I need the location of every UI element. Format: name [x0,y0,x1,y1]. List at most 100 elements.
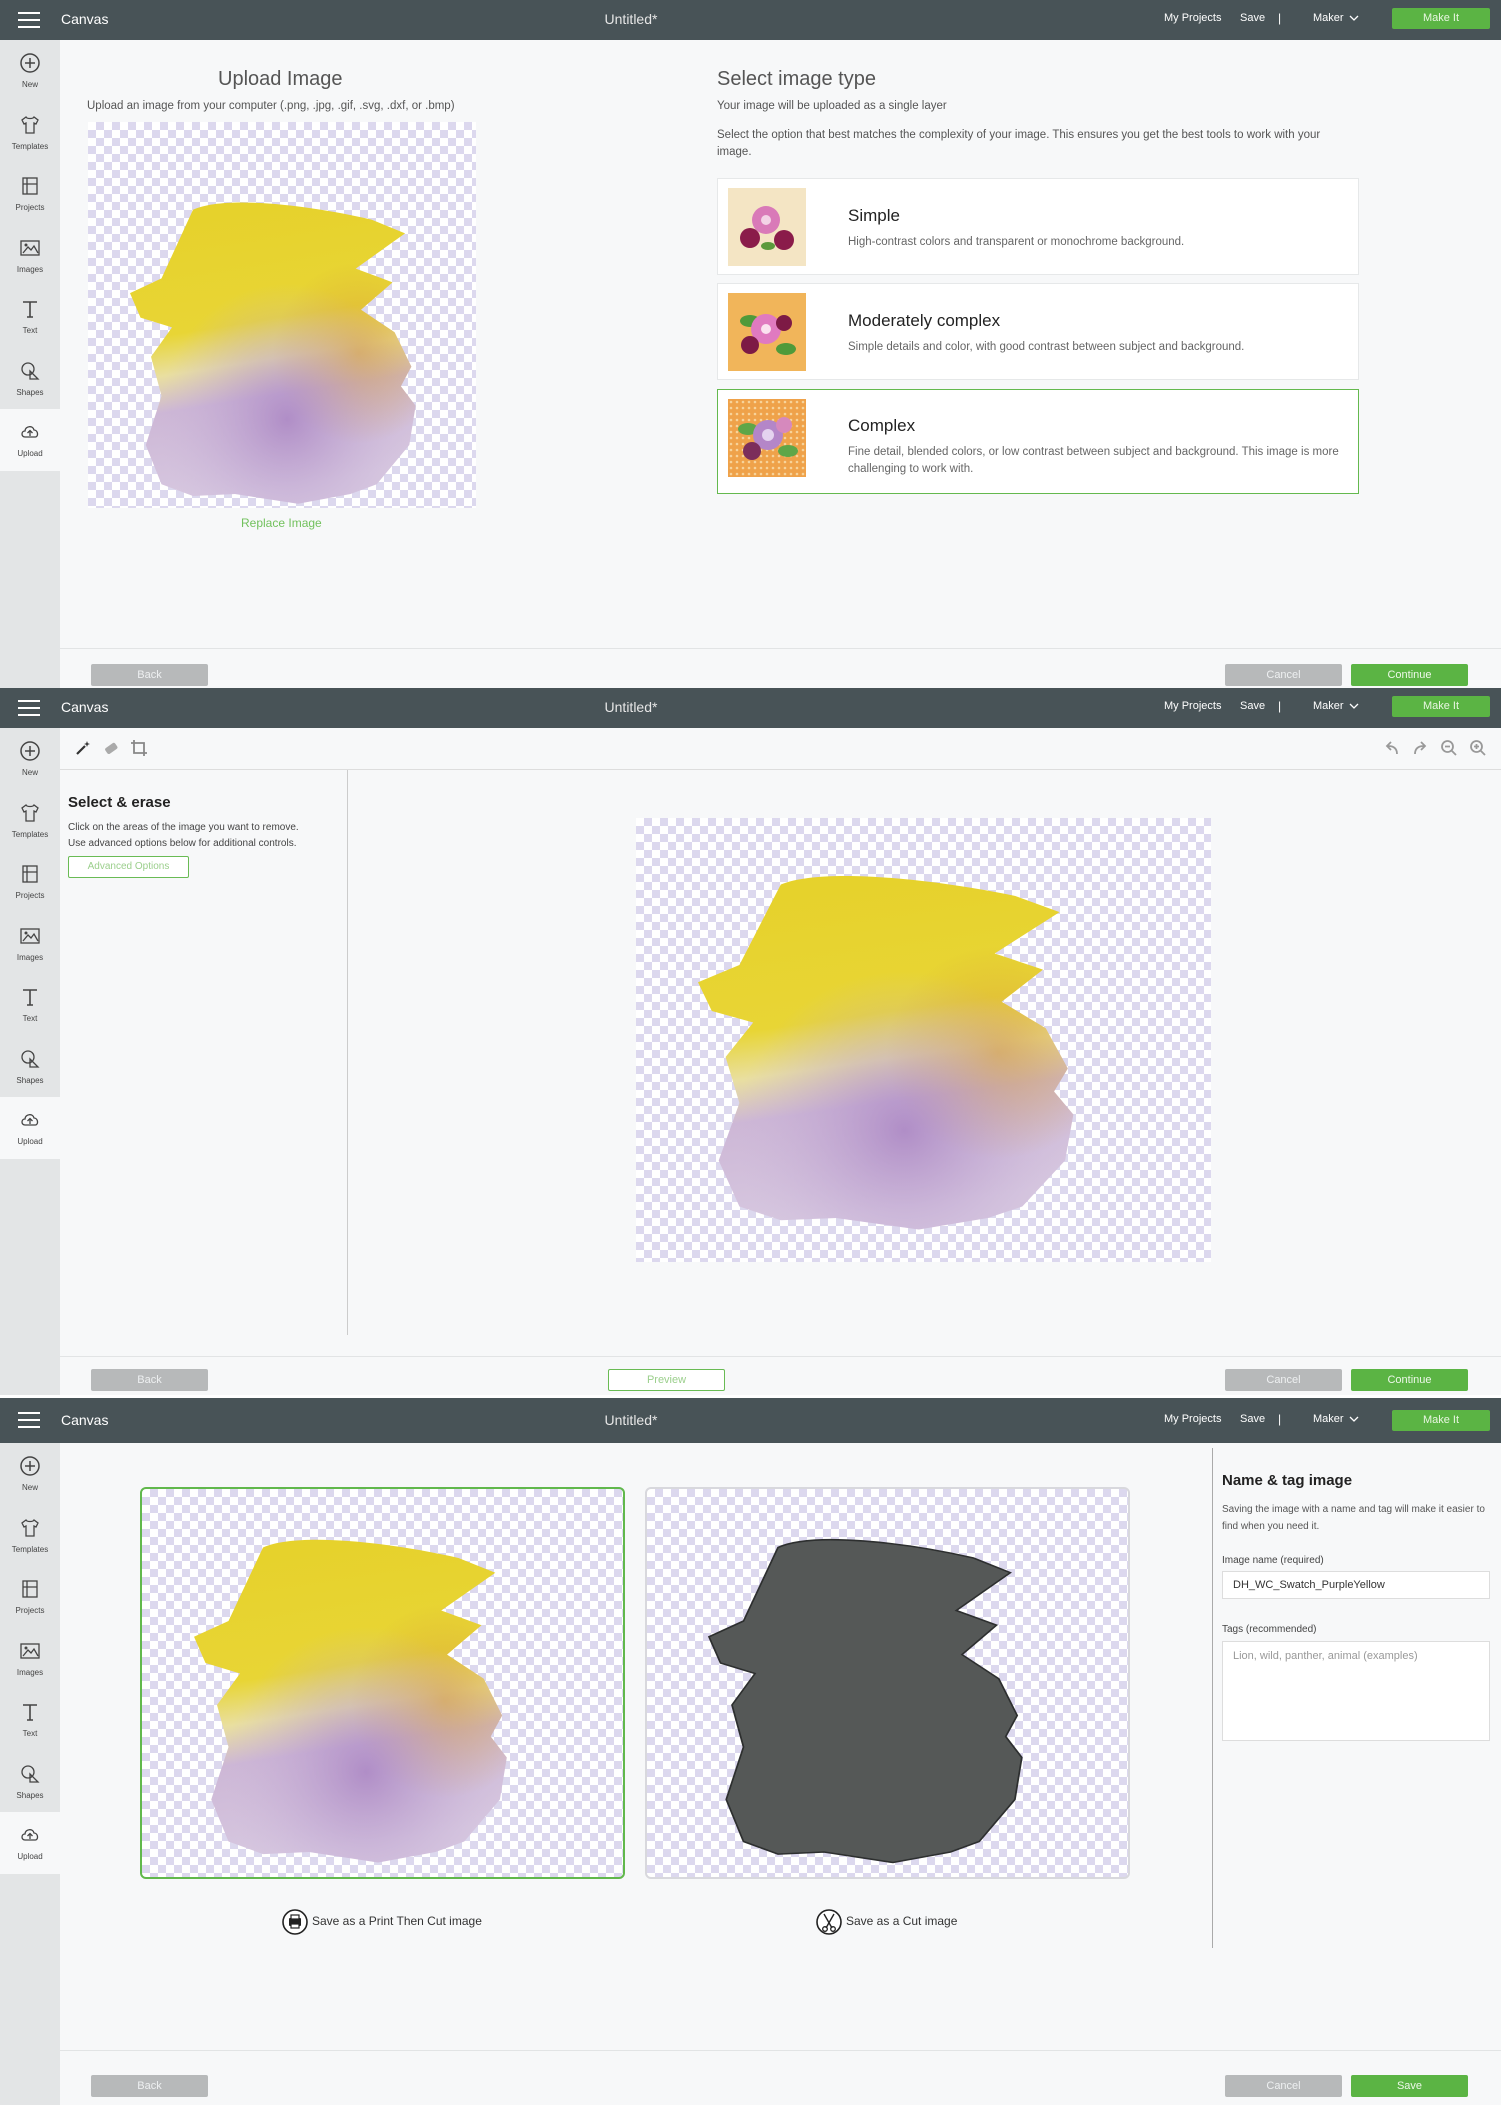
printer-icon [282,1909,308,1935]
save-print-then-cut-option[interactable]: Save as a Print Then Cut image [282,1909,482,1935]
shapes-icon [21,361,40,380]
option-simple[interactable]: Simple High-contrast colors and transpar… [717,178,1359,275]
my-projects-link[interactable]: My Projects [1164,700,1221,712]
cloud-upload-icon [21,1829,39,1841]
back-button[interactable]: Back [91,664,208,686]
separator: | [1278,11,1282,25]
back-button[interactable]: Back [91,2075,208,2097]
document-title: Untitled* [604,699,658,715]
option-description: High-contrast colors and transparent or … [848,236,1185,248]
option-moderately-complex[interactable]: Moderately complex Simple details and co… [717,283,1359,380]
tshirt-icon [21,115,39,134]
sidebar-item-label: Shapes [16,1790,44,1800]
instruction-line: Use advanced options below for additiona… [68,838,297,849]
make-it-button[interactable]: Make It [1392,8,1490,29]
edit-canvas-image[interactable] [636,818,1211,1262]
watercolor-swatch-image [130,202,416,504]
step-select-erase-panel: Canvas Untitled* My Projects Save | Make… [0,688,1501,1395]
sidebar-item-templates[interactable]: Templates [0,102,60,164]
sidebar-item-label: Shapes [16,387,44,397]
document-title: Untitled* [604,11,658,27]
image-icon [20,1642,40,1659]
save-cut-option[interactable]: Save as a Cut image [816,1909,957,1935]
replace-image-link[interactable]: Replace Image [241,516,322,530]
sidebar-item-images[interactable]: Images [0,1628,60,1690]
chevron-down-icon [1349,1416,1359,1423]
sidebar-item-templates[interactable]: Templates [0,1505,60,1567]
my-projects-link[interactable]: My Projects [1164,12,1221,24]
undo-icon[interactable] [1383,739,1401,757]
step-upload-panel: Canvas Untitled* My Projects Save | Make… [0,0,1501,688]
tags-label: Tags (recommended) [1222,1624,1317,1635]
continue-button[interactable]: Continue [1351,664,1468,686]
sidebar-item-new[interactable]: New [0,1443,60,1505]
top-bar: Canvas Untitled* My Projects Save | Make… [0,0,1501,40]
sidebar-item-text[interactable]: Text [0,1689,60,1751]
sidebar-item-shapes[interactable]: Shapes [0,348,60,410]
option-description: Fine detail, blended colors, or low cont… [848,446,1339,475]
sidebar-item-upload[interactable]: Upload [0,409,60,471]
save-link[interactable]: Save [1240,700,1265,712]
preview-button[interactable]: Preview [608,1369,725,1391]
uploaded-image-preview [88,122,476,508]
cut-silhouette-preview [708,1538,1023,1864]
machine-label: Maker [1313,700,1344,712]
select-type-subtitle: Your image will be uploaded as a single … [717,100,947,112]
cut-card[interactable] [645,1487,1130,1879]
option-name: Moderately complex [848,311,1001,330]
name-tag-description: Saving the image with a name and tag wil… [1222,1504,1485,1532]
sidebar-item-projects[interactable]: Projects [0,1566,60,1628]
back-button[interactable]: Back [91,1369,208,1391]
print-then-cut-card[interactable] [140,1487,625,1879]
image-icon [20,239,40,256]
cancel-button[interactable]: Cancel [1225,1369,1342,1391]
sidebar-item-label: New [21,1483,38,1492]
machine-select[interactable]: Maker [1313,12,1359,24]
select-erase-panel: Select & erase Click on the areas of the… [60,770,348,1335]
cancel-button[interactable]: Cancel [1225,2075,1342,2097]
scissors-icon [816,1909,842,1935]
plus-circle-icon [20,53,40,73]
sidebar-item-images[interactable]: Images [0,225,60,287]
image-name-input[interactable] [1222,1571,1490,1599]
instruction-line: Click on the areas of the image you want… [68,822,299,833]
save-link[interactable]: Save [1240,12,1265,24]
option-complex[interactable]: Complex Fine detail, blended colors, or … [717,389,1359,494]
projects-icon [22,1580,38,1598]
sidebar-item-upload[interactable]: Upload [0,1812,60,1874]
magic-wand-icon[interactable] [74,739,92,757]
cancel-button[interactable]: Cancel [1225,664,1342,686]
sidebar-item-shapes[interactable]: Shapes [0,1751,60,1813]
advanced-options-button[interactable]: Advanced Options [68,856,189,878]
machine-select[interactable]: Maker [1313,1413,1359,1425]
simple-thumbnail [728,188,806,266]
sidebar-item-new[interactable]: New [0,40,60,102]
continue-button[interactable]: Continue [1351,1369,1468,1391]
sidebar-item-text[interactable]: Text [0,286,60,348]
option-name: Complex [848,416,916,435]
save-button[interactable]: Save [1351,2075,1468,2097]
machine-label: Maker [1313,1413,1344,1425]
tags-input[interactable] [1222,1641,1490,1741]
redo-icon[interactable] [1411,739,1429,757]
zoom-out-icon[interactable] [1440,739,1458,757]
step-save-panel: Canvas Untitled* My Projects Save | Make… [0,1398,1501,2105]
crop-icon[interactable] [130,739,148,757]
machine-label: Maker [1313,12,1344,24]
separator: | [1278,699,1282,713]
image-name-label: Image name (required) [1222,1555,1324,1566]
machine-select[interactable]: Maker [1313,700,1359,712]
make-it-button[interactable]: Make It [1392,1410,1490,1431]
plus-circle-icon [20,1456,40,1476]
zoom-in-icon[interactable] [1469,739,1487,757]
make-it-button[interactable]: Make It [1392,696,1490,717]
sidebar-item-label: Upload [17,449,43,458]
edit-toolbar [60,728,1501,770]
my-projects-link[interactable]: My Projects [1164,1413,1221,1425]
sidebar-item-projects[interactable]: Projects [0,163,60,225]
save-link[interactable]: Save [1240,1413,1265,1425]
option-description: Simple details and color, with good cont… [848,341,1245,353]
eraser-icon[interactable] [102,739,120,757]
complex-thumbnail [728,399,806,477]
select-type-title: Select image type [717,68,876,90]
